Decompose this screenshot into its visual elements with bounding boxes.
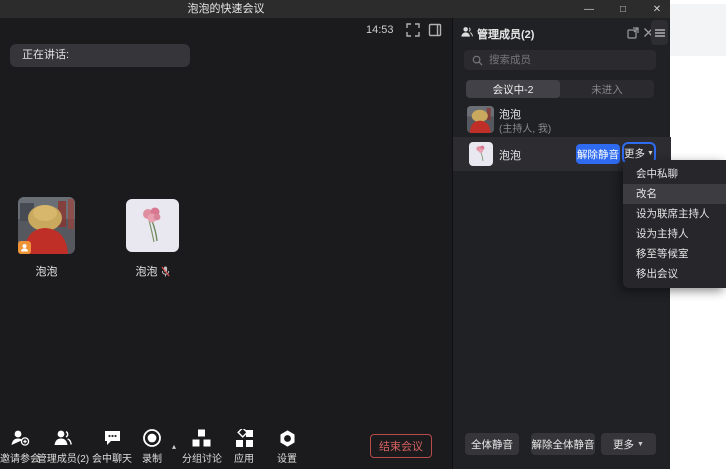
chat-bubble-icon — [102, 428, 122, 448]
member-name: 泡泡 — [499, 147, 521, 163]
tab-in-meeting[interactable]: 会议中-2 — [466, 80, 560, 98]
member-panel-header: 管理成员(2) — [453, 18, 671, 48]
close-button[interactable]: ✕ — [650, 2, 664, 16]
people-icon — [460, 26, 474, 38]
unmute-all-button[interactable]: 解除全体静音 — [531, 433, 595, 455]
member-more-context-menu: 会中私聊 改名 设为联席主持人 设为主持人 移至等候室 移出会议 — [623, 160, 726, 288]
apps-grid-icon — [234, 428, 254, 448]
fullscreen-icon[interactable] — [406, 23, 420, 37]
menu-item-make-host[interactable]: 设为主持人 — [623, 224, 726, 244]
active-speaker-pill: 正在讲话: — [10, 44, 190, 67]
main-stage: 14:53 正在讲话: 泡泡 — [0, 18, 452, 469]
menu-item-remove-from-meeting[interactable]: 移出会议 — [623, 264, 726, 284]
menu-item-move-to-waiting-room[interactable]: 移至等候室 — [623, 244, 726, 264]
window-title: 泡泡的快速会议 — [0, 0, 452, 18]
tab-not-joined[interactable]: 未进入 — [560, 80, 654, 98]
toolbar-settings[interactable]: 设置 — [255, 428, 319, 465]
member-avatar-teddy — [467, 106, 494, 133]
participant-tile-2[interactable] — [126, 199, 179, 252]
toolbar-record-label: 录制 — [142, 450, 162, 465]
maximize-button[interactable]: □ — [616, 2, 630, 16]
hamburger-icon — [655, 29, 665, 37]
member-row-host[interactable]: 泡泡 (主持人, 我) — [453, 103, 671, 137]
toolbar-apps-label: 应用 — [234, 450, 254, 465]
gear-icon — [277, 428, 297, 448]
caret-down-icon: ▼ — [637, 441, 644, 448]
titlebar: 泡泡的快速会议 — □ ✕ — [0, 0, 670, 18]
member-search[interactable] — [464, 50, 656, 70]
breakout-blocks-icon — [192, 428, 212, 448]
mute-all-button[interactable]: 全体静音 — [465, 433, 519, 455]
desktop-background — [670, 4, 726, 56]
meeting-window: 泡泡的快速会议 — □ ✕ 14:53 正在讲话: — [0, 0, 670, 469]
minimize-button[interactable]: — — [582, 2, 596, 16]
search-input[interactable] — [489, 54, 648, 66]
host-badge-icon — [18, 241, 31, 254]
participant-name-2: 泡泡 — [120, 263, 185, 279]
popout-panel-icon[interactable] — [627, 27, 639, 39]
end-meeting-button[interactable]: 结束会议 — [370, 434, 432, 458]
participant-name-1: 泡泡 — [18, 263, 75, 279]
menu-item-rename[interactable]: 改名 — [623, 184, 726, 204]
window-controls: — □ ✕ — [582, 0, 664, 18]
menu-item-private-chat[interactable]: 会中私聊 — [623, 164, 726, 184]
unmute-member-button[interactable]: 解除静音 — [576, 144, 620, 164]
footer-more-button[interactable]: 更多 ▼ — [601, 433, 656, 455]
menu-item-make-cohost[interactable]: 设为联席主持人 — [623, 204, 726, 224]
caret-down-icon: ▼ — [647, 150, 654, 157]
record-icon — [142, 428, 162, 448]
people-icon — [53, 428, 73, 448]
member-panel-title: 管理成员(2) — [477, 26, 534, 42]
side-panel-toggle-icon[interactable] — [428, 23, 442, 37]
invite-person-icon — [10, 428, 30, 448]
avatar-flowers — [126, 199, 179, 252]
member-role-label: (主持人, 我) — [499, 120, 551, 135]
toolbar-settings-label: 设置 — [277, 450, 297, 465]
member-tabs: 会议中-2 未进入 — [466, 80, 654, 98]
panel-menu-button[interactable] — [651, 20, 668, 45]
member-avatar-flowers — [469, 142, 493, 166]
search-icon — [472, 55, 483, 66]
meeting-clock: 14:53 — [366, 24, 394, 36]
mic-muted-icon — [161, 266, 170, 277]
